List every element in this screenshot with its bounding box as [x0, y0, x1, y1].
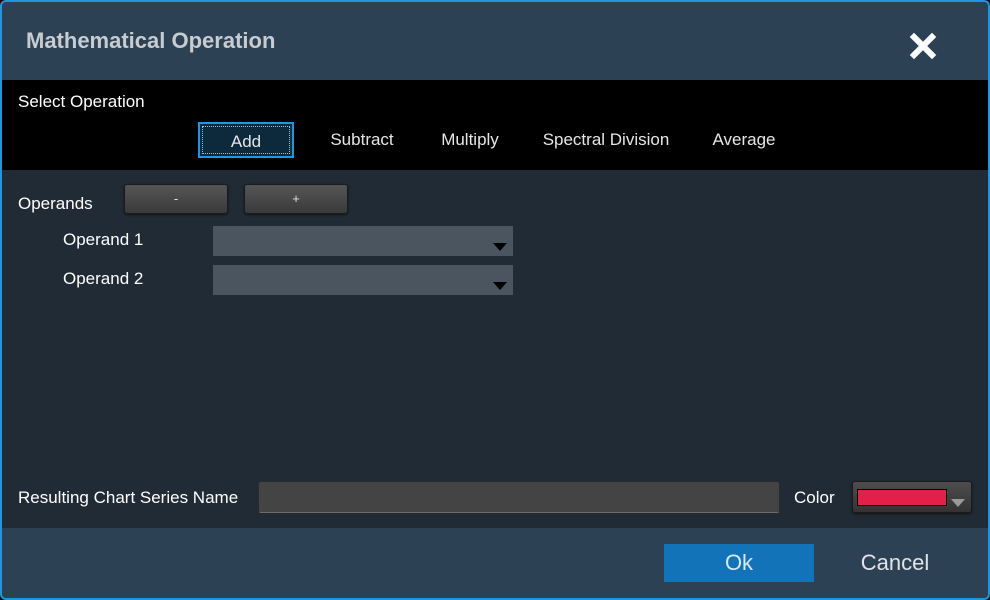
operation-multiply[interactable]: Multiply: [426, 122, 514, 158]
operand-2-label: Operand 2: [63, 269, 144, 288]
operand-1-label: Operand 1: [63, 230, 144, 249]
mathematical-operation-dialog: Mathematical Operation Select Operation …: [0, 0, 990, 600]
chevron-down-icon: [493, 277, 507, 295]
cancel-button[interactable]: Cancel: [830, 544, 960, 582]
color-picker[interactable]: [852, 481, 972, 513]
series-name-input[interactable]: [258, 481, 780, 513]
color-label: Color: [794, 488, 835, 507]
operands-area: Operands - + Operand 1 Operand 2 Resulti…: [2, 170, 988, 528]
title-bar: Mathematical Operation: [2, 2, 988, 80]
add-operand-button[interactable]: +: [244, 184, 348, 214]
operation-panel: Select Operation Add Subtract Multiply S…: [2, 80, 988, 170]
operation-spectral-division[interactable]: Spectral Division: [530, 122, 682, 158]
operation-subtract[interactable]: Subtract: [310, 122, 414, 158]
dialog-title: Mathematical Operation: [26, 28, 276, 53]
remove-operand-button[interactable]: -: [124, 184, 228, 214]
select-operation-label: Select Operation: [18, 92, 145, 111]
dialog-footer: Ok Cancel: [2, 528, 988, 598]
operand-1-select[interactable]: [213, 226, 513, 256]
ok-button[interactable]: Ok: [664, 544, 814, 582]
color-swatch: [857, 489, 947, 506]
operation-add[interactable]: Add: [198, 122, 294, 158]
chevron-down-icon: [493, 238, 507, 256]
chevron-down-icon: [951, 494, 965, 512]
close-icon: [902, 26, 942, 66]
operand-2-select[interactable]: [213, 265, 513, 295]
operation-average[interactable]: Average: [696, 122, 792, 158]
series-name-label: Resulting Chart Series Name: [18, 488, 239, 507]
close-button[interactable]: [902, 26, 942, 66]
operands-label: Operands: [18, 194, 93, 213]
